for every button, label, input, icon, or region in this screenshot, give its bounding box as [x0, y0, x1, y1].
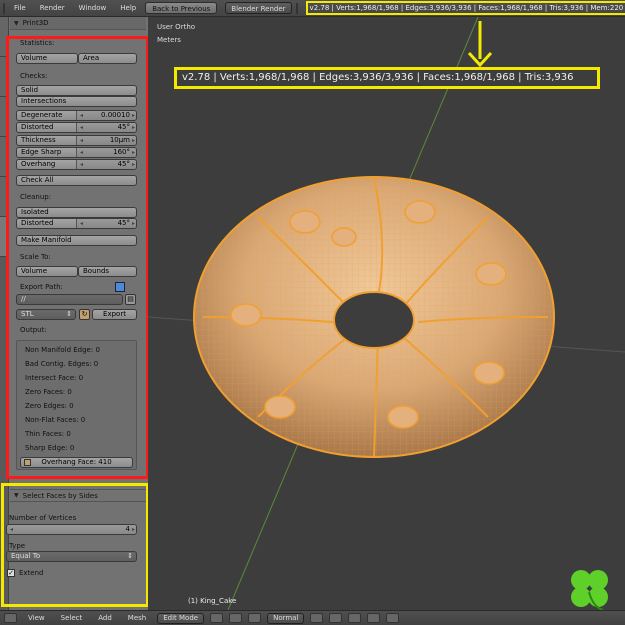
- back-to-previous-button[interactable]: Back to Previous: [145, 2, 218, 14]
- editor-type-icon[interactable]: [4, 613, 17, 623]
- active-object-name: (1) King_Cake: [188, 597, 237, 605]
- menu-mesh[interactable]: Mesh: [123, 614, 151, 622]
- info-header: File Render Window Help Back to Previous…: [0, 0, 625, 17]
- collapse-triangle-icon[interactable]: ▼: [14, 20, 19, 27]
- menu-view[interactable]: View: [23, 614, 50, 622]
- callout-arrow-icon: [467, 21, 493, 68]
- manipulator-icon[interactable]: [248, 613, 262, 623]
- menu-select[interactable]: Select: [56, 614, 88, 622]
- mesh-canvas[interactable]: [148, 17, 625, 610]
- clover-logo-icon: [571, 570, 608, 610]
- pivot-point-icon[interactable]: [229, 613, 243, 623]
- menu-window[interactable]: Window: [74, 4, 112, 12]
- menu-help[interactable]: Help: [115, 4, 141, 12]
- highlight-frame-print3d: [6, 36, 149, 479]
- snap-icon[interactable]: [386, 613, 400, 623]
- 3d-viewport[interactable]: User Ortho Meters (1) King_Cake: [148, 17, 625, 610]
- header-stats-text: v2.78 | Verts:1,968/1,968 | Edges:3,936/…: [305, 1, 625, 15]
- menu-file[interactable]: File: [9, 4, 31, 12]
- edge-select-icon[interactable]: [329, 613, 343, 623]
- render-engine-select[interactable]: Blender Render: [225, 2, 292, 14]
- menu-add[interactable]: Add: [93, 614, 117, 622]
- stats-overlay-callout: v2.78 | Verts:1,968/1,968 | Edges:3,936/…: [174, 67, 600, 89]
- render-settings-icon[interactable]: [295, 2, 298, 14]
- mode-select[interactable]: Edit Mode: [157, 612, 205, 624]
- menu-render[interactable]: Render: [35, 4, 70, 12]
- viewport-shading-icon[interactable]: [210, 613, 224, 623]
- cake-center-hole: [333, 291, 415, 349]
- viewport-header: View Select Add Mesh Edit Mode Normal: [0, 610, 625, 625]
- vertex-select-icon[interactable]: [310, 613, 324, 623]
- highlight-frame-select-faces: [1, 483, 149, 607]
- print3d-panel-header[interactable]: ▼ Print3D: [10, 17, 146, 30]
- editor-type-icon[interactable]: [3, 2, 5, 14]
- face-select-icon[interactable]: [348, 613, 362, 623]
- panel-title: Print3D: [22, 19, 49, 27]
- orientation-select[interactable]: Normal: [267, 612, 305, 624]
- proportional-edit-icon[interactable]: [367, 613, 381, 623]
